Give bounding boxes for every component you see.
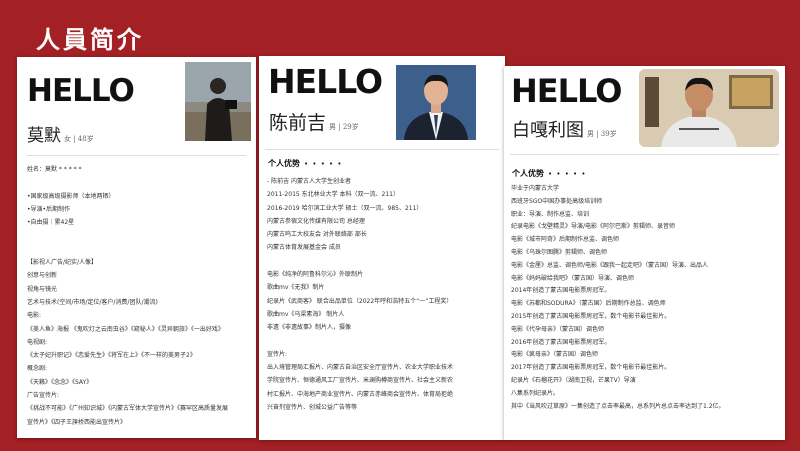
bio-line: 艺术与技术(空间/市场/定位/客户/消费/团队/潮流) [27, 298, 158, 306]
hello-heading: HELLO [27, 73, 135, 109]
bio-line: 2017年创造了蒙古国电影票房冠军，数个电影节最佳影片。 [511, 364, 671, 372]
bio-line: 创意与创新 [27, 272, 58, 280]
bio-line: 八集系列纪录片。 [511, 389, 560, 397]
bio-line: 2016年创造了蒙古国电影票房冠军。 [511, 338, 611, 346]
bio-line: 《天籁》《念念》《SAY》 [27, 378, 93, 386]
bio-line: 概念剧: [27, 365, 48, 373]
profile-photo [396, 65, 476, 140]
bio-line: 内蒙古呜工大校友会 对外联络部 部长 [267, 231, 367, 239]
bio-line: 电影《金厘》总监、调色师/电影《跟我一起走吧》（蒙古国）导演、出品人 [511, 261, 709, 269]
section-title: 个人优势 [512, 169, 544, 178]
bio-line: 电影《纯净的阿鲁科尔沁》外联制片 [267, 271, 364, 279]
profile-card-1: HELLO 莫默女 | 48岁 姓名：莫默 * * * * * •国家级高级摄影… [17, 57, 256, 438]
bio-line: 内蒙古参宿文化传媒有限公司 总经理 [267, 217, 365, 225]
bio-line: 宣传片: [267, 350, 288, 358]
divider [265, 149, 499, 150]
portrait-photo-icon [639, 69, 779, 147]
bio-line: 视角与镜光 [27, 285, 58, 293]
page-title: 人員简介 [36, 26, 144, 54]
bio-line: 2014年创造了蒙古国电影票房冠军。 [511, 287, 611, 295]
person-meta: 男 | 29岁 [329, 123, 359, 131]
bio-line [27, 176, 228, 189]
bio-line: 2011-2015 东北林业大学 本科（双一流、211） [267, 191, 399, 199]
bio-lines: - 陈前吉 内蒙古人大学生创业者 2011-2015 东北林业大学 本科（双一流… [267, 175, 453, 414]
bio-line: 《太子妃升职记》《恋爱先生》《将军在上》《不一样的美男子2》 [27, 352, 196, 360]
bio-line: 纪录电影《戈壁精灵》导演/电影《阿尔巴斯》剪辑师、录音师 [511, 223, 676, 231]
bio-line [27, 229, 228, 242]
bio-line: 《挑战不可能》《广州知识城》《内蒙古军体大学宣传片》《赛罕区高质量发展 [27, 405, 229, 413]
bio-line: 兴奋剂宣传片、创城公益广告等等 [267, 404, 358, 412]
portrait-photo-icon [396, 65, 476, 140]
photographer-photo-icon [185, 62, 251, 141]
bio-line: 学院宣传片、恒德通风工厂宣传片、米澜购樽商宣传片、社会主义新农 [267, 377, 454, 385]
bio-line: 西班牙SGO中国办事处高级培训师 [511, 197, 603, 205]
bio-line: 歌曲mv《乌梁素海》 制片人 [267, 310, 345, 318]
bio-line: •自由摄｜累42星 [27, 219, 75, 227]
bio-line: 姓名：莫默 * * * * * [27, 166, 82, 173]
bio-line: - 陈前吉 内蒙古人大学生创业者 [267, 178, 351, 185]
person-name-block: 陈前吉男 | 29岁 [269, 108, 359, 135]
bio-line: 2015年创造了蒙古国电影票房冠军，数个电影节最佳影片。 [511, 312, 671, 320]
person-name: 陈前吉 [269, 112, 327, 134]
profile-photo [185, 62, 251, 141]
bio-line: 【影视人广告/纪实/人像】 [27, 259, 98, 267]
person-name: 莫默 [27, 126, 61, 146]
bio-line: 电视剧: [27, 338, 48, 346]
rating-stars: • • • • • [304, 160, 343, 168]
bio-line [267, 335, 453, 348]
person-name: 白嘎利图 [512, 120, 584, 141]
bio-line [267, 255, 453, 268]
bio-line: 电影《乌珠尔图腾》剪辑师、调色师 [511, 248, 608, 256]
person-meta: 女 | 48岁 [64, 135, 94, 143]
hello-heading: HELLO [511, 72, 622, 110]
bio-line: 职业：导演、制作总监、培训 [511, 210, 590, 218]
bio-line: 电影《苏都和SODURA》（蒙古国）后期制作总监、调色师 [511, 300, 666, 308]
person-name-block: 莫默女 | 48岁 [27, 121, 94, 146]
hello-heading: HELLO [268, 62, 383, 101]
section-title: 个人优势 [268, 159, 300, 168]
bio-line: 内蒙古体育发展基金会 成员 [267, 244, 341, 252]
bio-lines: 毕业于内蒙古大学 西班牙SGO中国办事处高级培训师 职业：导演、制作总监、培训 … [511, 183, 725, 413]
bio-line: 2016-2019 哈尔滨工业大学 硕士（双一流、985、211） [267, 204, 423, 212]
person-name-block: 白嘎利图男 | 39岁 [512, 116, 617, 142]
profile-photo [639, 69, 779, 147]
profile-card-2: HELLO 陈前吉男 | 29岁 个人优势 • • • • • - 陈前吉 内蒙古… [259, 56, 505, 440]
section-heading: 个人优势 • • • • • [268, 158, 343, 169]
bio-line: 其中《当风吹过草原》一集创造了点击率最高，总系列片总点击率达到了1.2亿。 [511, 402, 725, 410]
bio-line: 宣传片》《四子王旗桥西能出宣传片》 [27, 418, 127, 426]
bio-line: 电影《城市阿奇》后期制作总监、调色师 [511, 236, 620, 244]
bio-line: 《美人鱼》海报 《鬼吹灯之云南虫谷》《窥秘人》《灵异朝旅》《一出好戏》 [27, 325, 224, 333]
bio-line: 纪录片《石榴花开》（湖南卫视，芒果TV）导演 [511, 376, 636, 384]
section-heading: 个人优势 • • • • • [512, 168, 587, 179]
bio-line: 电影《疯母亲》（蒙古国）调色师 [511, 351, 599, 359]
bio-line: 村汇报片、中海地产商业宣传片、内蒙古赤峰商会宣传片、体育局拒绝 [267, 390, 454, 398]
bio-line: 毕业于内蒙古大学 [511, 185, 560, 192]
divider [27, 155, 246, 156]
bio-line: 电影《代孕母亲》（蒙古国）调色师 [511, 325, 605, 333]
bio-line: 纪录片《武商客》 联合出品单位（2022年呼和浩特五个“一”工程奖） [267, 297, 453, 305]
bio-line: 电影: [27, 312, 42, 320]
divider [510, 154, 779, 155]
bio-line [27, 243, 228, 256]
bio-lines: 姓名：莫默 * * * * * •国家级高级摄影师（本地两栖） •导演•后期制作… [27, 163, 228, 429]
bio-line: 歌曲mv《无我》制片 [267, 284, 325, 292]
bio-line: 电影《妈妈破给我吧》（蒙古国）导演、调色师 [511, 274, 635, 282]
bio-line: •导演•后期制作 [27, 205, 71, 213]
bio-line: •国家级高级摄影师（本地两栖） [27, 192, 115, 200]
bio-line: 出入境管理局汇报片、内蒙古自治区安全厅宣传片、农业大学职业技术 [267, 364, 454, 372]
bio-line: 广告宣传片: [27, 392, 60, 400]
person-meta: 男 | 39岁 [587, 130, 617, 138]
bio-line: 非遗《非遗故事》制片人，摄像 [267, 324, 352, 332]
profile-card-3: HELLO 白嘎利图男 | 39岁 个人优势 • • • • • 毕业于内蒙古大学… [504, 66, 785, 440]
rating-stars: • • • • • [548, 170, 587, 178]
